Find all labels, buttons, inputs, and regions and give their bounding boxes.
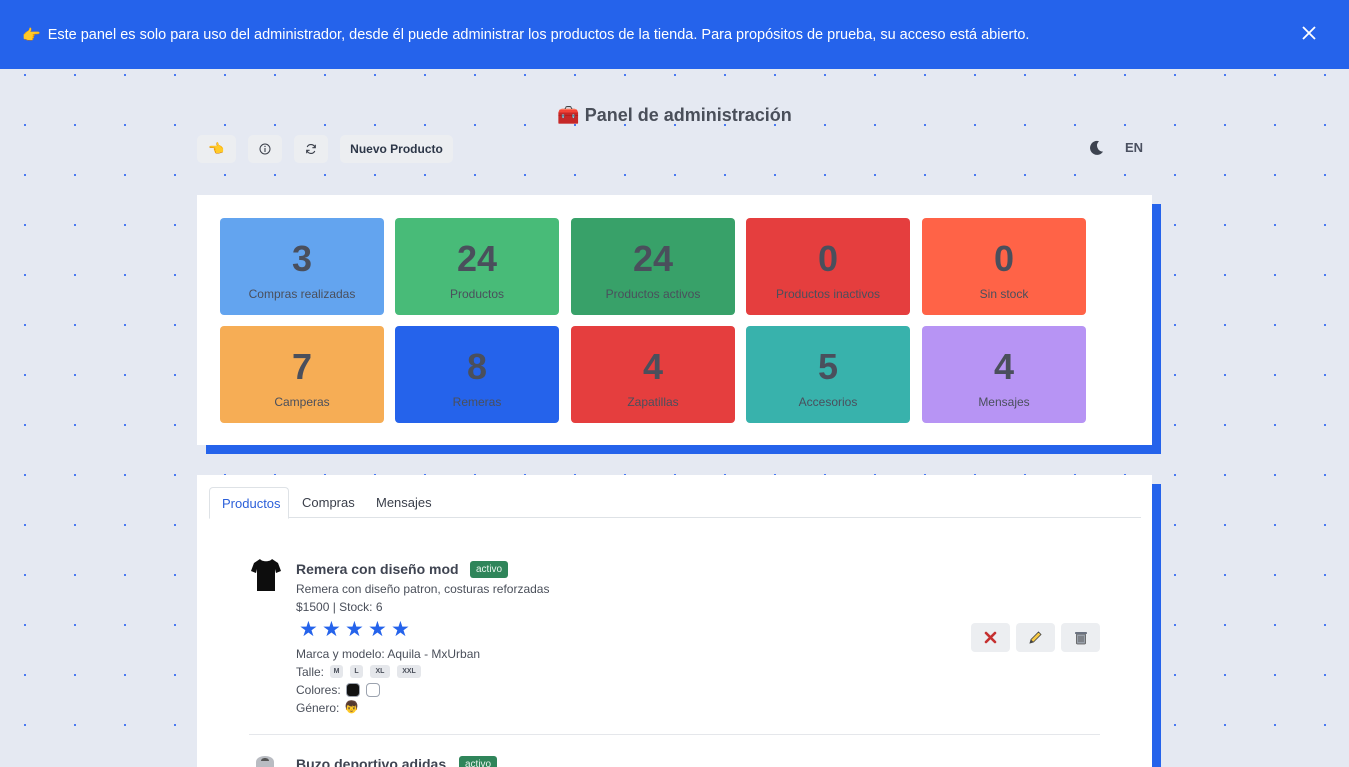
stat-label: Mensajes [978, 395, 1030, 409]
star-icon: ★ [345, 618, 364, 641]
stat-value: 24 [632, 238, 674, 279]
stat-value: 8 [466, 346, 488, 387]
refresh-button[interactable] [294, 135, 328, 163]
stat-tile: 8 Remeras [395, 326, 559, 423]
stat-tile: 24 Productos activos [571, 218, 735, 315]
stat-value: 24 [456, 238, 498, 279]
stat-value: 7 [291, 346, 313, 387]
status-badge: activo [459, 756, 498, 767]
info-icon [259, 143, 271, 155]
tab-compras[interactable]: Compras [290, 487, 367, 518]
stat-value: 0 [993, 238, 1015, 279]
stat-value: 4 [642, 346, 664, 387]
page-title: 🧰 Panel de administración [557, 105, 792, 125]
color-swatch [346, 683, 360, 697]
delete-button[interactable] [1061, 623, 1100, 652]
tshirt-icon [251, 559, 281, 591]
stat-value: 4 [993, 346, 1015, 387]
star-icon: ★ [368, 618, 387, 641]
stat-label: Sin stock [979, 287, 1029, 301]
tab-mensajes[interactable]: Mensajes [364, 487, 444, 518]
status-badge: activo [470, 561, 509, 578]
stat-tile: 0 Sin stock [922, 218, 1086, 315]
size-chip: L [350, 665, 363, 678]
stat-label: Remeras [452, 395, 502, 409]
trash-icon [1074, 632, 1087, 645]
product-brand-model: Marca y modelo: Aquila - MxUrban [296, 647, 481, 661]
tab-productos[interactable]: Productos [209, 487, 289, 519]
tab-bar: Productos Compras Mensajes [209, 487, 1141, 519]
stat-tile: 0 Productos inactivos [746, 218, 910, 315]
stat-label: Productos [449, 287, 505, 301]
edit-button[interactable] [1016, 623, 1055, 652]
pointing-hand-icon: 👈 [208, 141, 225, 156]
stat-tile: 3 Compras realizadas [220, 218, 384, 315]
stat-tile: 4 Zapatillas [571, 326, 735, 423]
stat-label: Productos inactivos [775, 287, 881, 301]
gender-label: Género: [296, 701, 340, 715]
refresh-icon [306, 144, 316, 154]
stat-tile: 4 Mensajes [922, 326, 1086, 423]
stat-value: 3 [291, 238, 313, 279]
stat-tile: 5 Accesorios [746, 326, 910, 423]
stat-tile: 7 Camperas [220, 326, 384, 423]
toolbox-icon: 🧰 [557, 105, 580, 125]
product-price-stock: $1500 | Stock: 6 [296, 600, 383, 614]
stat-label: Camperas [274, 395, 330, 409]
deactivate-button[interactable] [971, 623, 1010, 652]
size-chip: M [330, 665, 343, 678]
boy-face-icon: 👦 [344, 700, 359, 714]
stat-label: Compras realizadas [248, 287, 356, 301]
sizes-label: Talle: [296, 665, 325, 679]
stat-label: Zapatillas [627, 395, 679, 409]
size-chip: XXL [397, 665, 421, 678]
admin-notice-banner: 👉 Este panel es solo para uso del admini… [0, 0, 1349, 69]
color-swatch [366, 683, 380, 697]
pointing-hand-icon: 👉 [22, 26, 41, 44]
language-toggle[interactable]: EN [1125, 140, 1143, 155]
info-button[interactable] [248, 135, 282, 163]
new-product-button[interactable]: Nuevo Producto [340, 135, 453, 163]
hoodie-icon [256, 756, 274, 767]
back-button[interactable]: 👈 [197, 135, 236, 163]
product-name: Remera con diseño mod [296, 561, 459, 577]
banner-message: Este panel es solo para uso del administ… [47, 26, 1030, 43]
product-divider [249, 734, 1100, 735]
colors-label: Colores: [296, 683, 341, 697]
stat-value: 5 [817, 346, 839, 387]
stat-value: 0 [817, 238, 839, 279]
stat-tile: 24 Productos [395, 218, 559, 315]
product-description: Remera con diseño patron, costuras refor… [296, 582, 550, 596]
stat-label: Accesorios [798, 395, 858, 409]
moon-icon[interactable] [1088, 139, 1105, 159]
pencil-icon [1029, 631, 1042, 644]
star-icon: ★ [322, 618, 341, 641]
stat-label: Productos activos [605, 287, 701, 301]
close-icon[interactable] [1299, 24, 1319, 44]
size-chip: XL [370, 665, 390, 678]
star-icon: ★ [299, 618, 318, 641]
deactivate-icon [984, 631, 997, 644]
product-name: Buzo deportivo adidas [296, 756, 447, 767]
star-icon: ★ [391, 618, 410, 641]
